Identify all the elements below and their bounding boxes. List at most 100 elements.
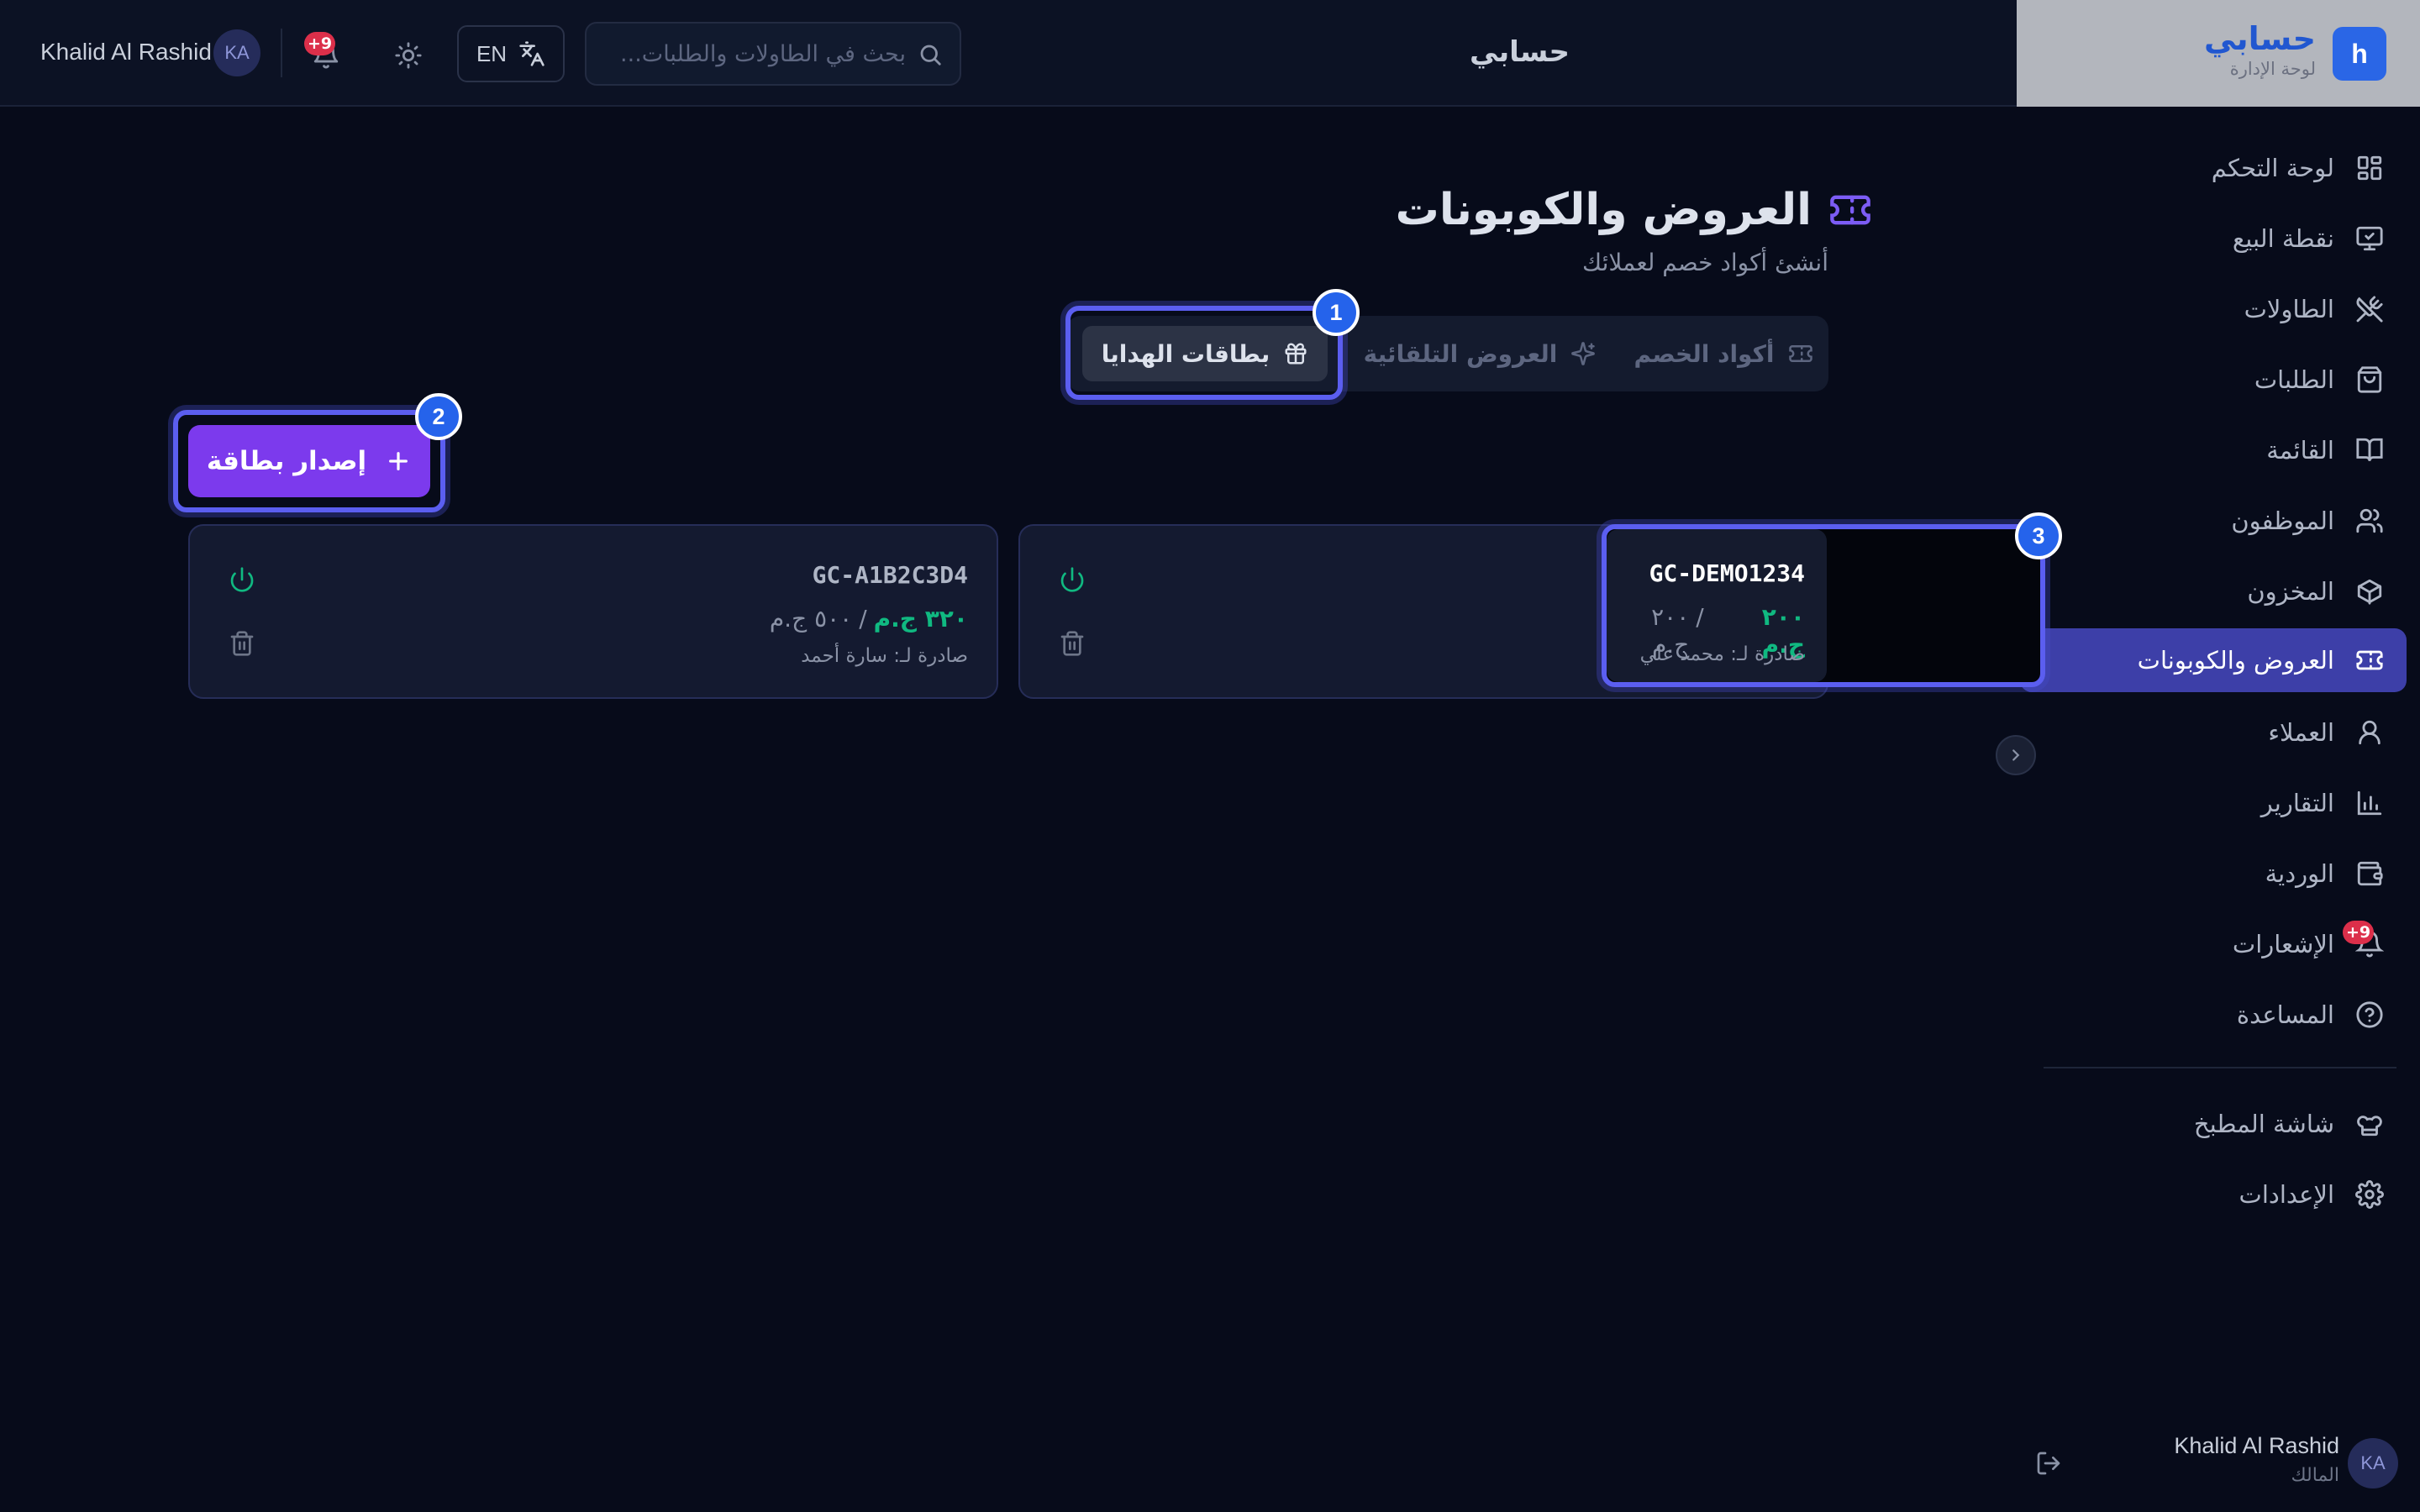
sidebar-item-shift[interactable]: الوردية — [2017, 842, 2386, 906]
toggle-active-button[interactable] — [229, 566, 255, 593]
step-marker-1: 1 — [1313, 289, 1360, 336]
sidebar-item-settings[interactable]: الإعدادات — [2017, 1163, 2386, 1226]
search-input[interactable] — [603, 24, 906, 84]
sidebar-item-menu[interactable]: القائمة — [2017, 418, 2386, 482]
sidebar-item-help[interactable]: المساعدة — [2017, 983, 2386, 1047]
sidebar-item-label: لوحة التحكم — [2211, 154, 2334, 182]
page-subtitle: أنشئ أكواد خصم لعملائك — [1582, 249, 1828, 276]
plus-icon — [385, 448, 412, 475]
sidebar-item-tables[interactable]: الطاولات — [2017, 277, 2386, 341]
sidebar-divider — [2044, 1067, 2396, 1068]
gift-card-code: GC-A1B2C3D4 — [812, 561, 968, 589]
header-user-name[interactable]: Khalid Al Rashid — [40, 39, 212, 66]
sidebar-user-avatar[interactable]: KA — [2348, 1438, 2398, 1488]
tab-gift-cards-highlight — [1065, 306, 1343, 400]
chef-hat-icon — [2353, 1107, 2386, 1141]
header-user-avatar[interactable]: KA — [213, 29, 260, 76]
sparkles-icon — [1570, 341, 1596, 366]
sidebar-item-offers-coupons[interactable]: العروض والكوبونات — [2020, 628, 2407, 692]
issue-button-label: إصدار بطاقة — [206, 446, 367, 476]
ticket-icon — [1828, 188, 1872, 232]
ticket-icon — [1788, 341, 1813, 366]
sidebar-item-notifications[interactable]: الإشعارات +9 — [2017, 912, 2386, 976]
sidebar-item-label: الإشعارات — [2232, 930, 2334, 958]
package-icon — [2353, 575, 2386, 608]
search-box — [585, 22, 961, 86]
sidebar-item-label: شاشة المطبخ — [2193, 1110, 2334, 1138]
header-divider — [281, 29, 282, 77]
sidebar-item-kitchen-display[interactable]: شاشة المطبخ — [2017, 1092, 2386, 1156]
toggle-active-button[interactable] — [1059, 566, 1086, 593]
sidebar-user-name: Khalid Al Rashid — [2174, 1433, 2339, 1458]
sidebar-item-dashboard[interactable]: لوحة التحكم — [2017, 136, 2386, 200]
user-icon — [2353, 716, 2386, 749]
sidebar-item-reports[interactable]: التقارير — [2017, 771, 2386, 835]
gift-card-issued-to: صادرة لـ: سارة أحمد — [801, 645, 968, 667]
language-switch-button[interactable]: EN — [457, 25, 565, 82]
language-label: EN — [476, 40, 508, 66]
step-marker-2: 2 — [415, 393, 462, 440]
top-header: KA Khalid Al Rashid +9 EN حسابي — [0, 0, 2017, 107]
chevron-right-icon — [2007, 746, 2025, 764]
monitor-icon — [2353, 222, 2386, 255]
help-circle-icon — [2353, 998, 2386, 1032]
sidebar-item-label: القائمة — [2266, 436, 2334, 465]
sidebar-item-label: المخزون — [2247, 577, 2334, 606]
gift-card-item: GC-A1B2C3D4 ٣٢٠ ج.م / ٥٠٠ ج.م صادرة لـ: … — [188, 524, 998, 699]
notifications-button[interactable]: +9 — [304, 32, 346, 76]
settings-icon — [2353, 1178, 2386, 1211]
gift-card-highlight — [1602, 524, 2045, 687]
brand-title: حسابي — [2203, 20, 2316, 57]
sidebar-collapse-button[interactable] — [1996, 735, 2036, 775]
sidebar-item-pos[interactable]: نقطة البيع — [2017, 207, 2386, 270]
tab-automatic-offers[interactable]: العروض التلقائية — [1346, 326, 1613, 381]
sidebar-item-label: المساعدة — [2236, 1000, 2334, 1029]
ticket-icon — [2353, 643, 2386, 677]
brand-subtitle: لوحة الإدارة — [2229, 59, 2316, 79]
dashboard-grid-icon — [2353, 151, 2386, 185]
sidebar-item-label: التقارير — [2260, 789, 2334, 817]
page-header-title: حسابي — [1469, 35, 1570, 69]
delete-card-button[interactable] — [229, 630, 255, 657]
sidebar-item-label: الطاولات — [2244, 295, 2334, 323]
power-icon — [229, 566, 255, 593]
sidebar-item-label: الوردية — [2265, 859, 2334, 888]
trash-icon — [229, 630, 255, 657]
sidebar-item-label: نقطة البيع — [2232, 224, 2334, 253]
brand-area[interactable]: h حسابي لوحة الإدارة — [2017, 0, 2420, 107]
tab-label: أكواد الخصم — [1634, 339, 1775, 368]
sidebar-item-label: الإعدادات — [2238, 1180, 2334, 1209]
sidebar-item-orders[interactable]: الطلبات — [2017, 348, 2386, 412]
sidebar-item-customers[interactable]: العملاء — [2017, 701, 2386, 764]
trash-icon — [1059, 630, 1086, 657]
gift-card-balance: ٣٢٠ ج.م / ٥٠٠ ج.م — [770, 605, 968, 633]
logout-button[interactable] — [2032, 1446, 2065, 1480]
sidebar-item-label: العملاء — [2268, 718, 2334, 747]
users-icon — [2353, 504, 2386, 538]
gift-card-total: ٥٠٠ ج.م — [769, 605, 853, 633]
sidebar-notifications-badge: +9 — [2343, 921, 2375, 944]
delete-card-button[interactable] — [1059, 630, 1086, 657]
shopping-bag-icon — [2353, 363, 2386, 396]
sun-icon — [394, 41, 423, 70]
wallet-icon — [2353, 857, 2386, 890]
sidebar-item-inventory[interactable]: المخزون — [2017, 559, 2386, 623]
theme-toggle-button[interactable] — [390, 37, 427, 74]
notifications-badge: +9 — [304, 32, 336, 55]
logout-icon — [2035, 1450, 2062, 1477]
search-icon — [918, 42, 943, 67]
sidebar-user-role: المالك — [2291, 1465, 2339, 1486]
brand-logo: h — [2333, 27, 2386, 81]
step-marker-3: 3 — [2015, 512, 2062, 559]
translate-icon — [518, 40, 545, 67]
page-title: العروض والكوبونات — [1396, 185, 1872, 235]
bell-icon: +9 — [2343, 921, 2386, 961]
book-icon — [2353, 433, 2386, 467]
sidebar-item-label: الموظفون — [2231, 507, 2334, 535]
gift-card-separator: / — [859, 605, 867, 633]
page-title-text: العروض والكوبونات — [1395, 185, 1812, 235]
issue-gift-card-button[interactable]: إصدار بطاقة — [188, 425, 430, 497]
tab-discount-codes[interactable]: أكواد الخصم — [1628, 326, 1818, 381]
sidebar-item-staff[interactable]: الموظفون — [2017, 489, 2386, 553]
gift-card-remaining: ٣٢٠ ج.م — [873, 605, 968, 633]
